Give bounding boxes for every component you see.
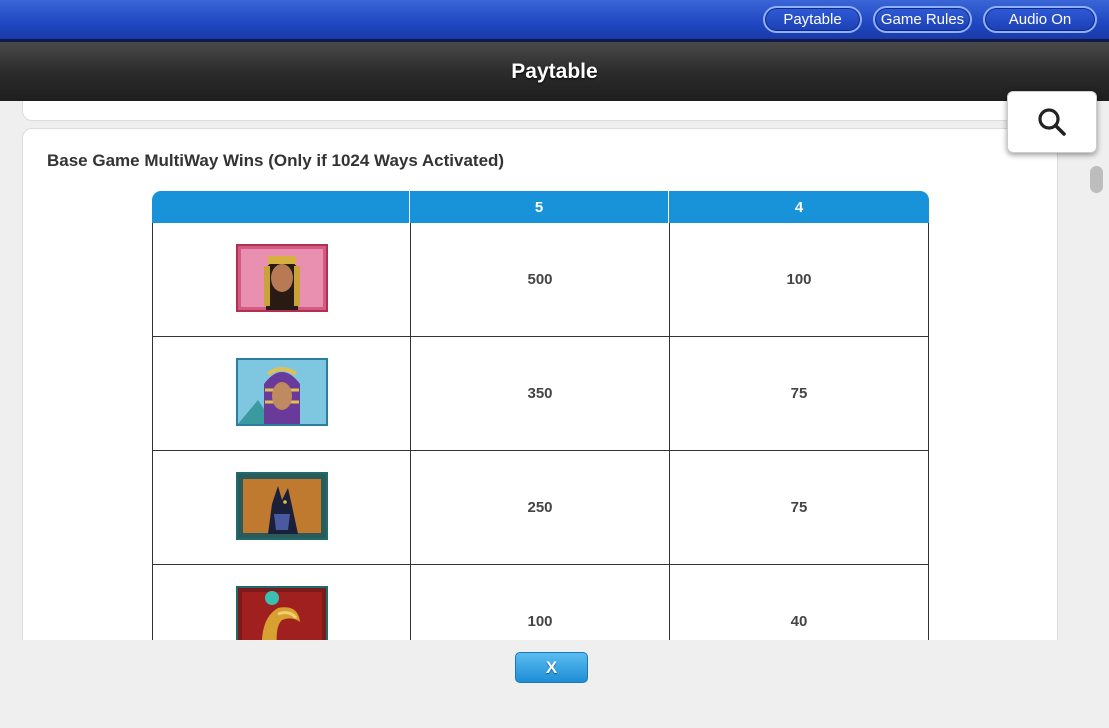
top-bar: Paytable Game Rules Audio On bbox=[0, 0, 1109, 42]
column-header-symbol bbox=[152, 191, 410, 223]
title-bar: Paytable bbox=[0, 42, 1109, 101]
cleopatra-symbol-icon bbox=[235, 243, 328, 312]
payout-5-cell: 350 bbox=[410, 337, 669, 451]
table-row: 250 75 bbox=[152, 451, 929, 565]
paytable-content[interactable]: Base Game MultiWay Wins (Only if 1024 Wa… bbox=[0, 101, 1109, 640]
table-row: 350 75 bbox=[152, 337, 929, 451]
multiway-wins-card: Base Game MultiWay Wins (Only if 1024 Wa… bbox=[22, 128, 1058, 640]
section-title: Base Game MultiWay Wins (Only if 1024 Wa… bbox=[47, 151, 505, 170]
table-row: 100 40 bbox=[152, 565, 929, 640]
symbol-cell bbox=[152, 565, 410, 640]
symbol-cell bbox=[152, 337, 410, 451]
payout-4-cell: 75 bbox=[669, 337, 929, 451]
page-title: Paytable bbox=[511, 59, 598, 83]
table-row: 500 100 bbox=[152, 223, 929, 337]
previous-section-card bbox=[22, 101, 1058, 121]
magnifier-icon bbox=[1038, 108, 1066, 136]
table-header-row: 5 4 bbox=[152, 191, 929, 223]
payout-5-cell: 500 bbox=[410, 223, 669, 337]
symbol-cell bbox=[152, 223, 410, 337]
pharaoh-symbol-icon bbox=[235, 357, 328, 426]
payout-5-cell: 250 bbox=[410, 451, 669, 565]
game-rules-button[interactable]: Game Rules bbox=[873, 6, 972, 33]
close-button[interactable]: X bbox=[515, 652, 588, 683]
paytable-table: 5 4 500 100 350 75 250 75 100 40 bbox=[152, 191, 929, 640]
payout-4-cell: 100 bbox=[669, 223, 929, 337]
column-header-4: 4 bbox=[669, 191, 929, 223]
column-header-5: 5 bbox=[410, 191, 669, 223]
search-button[interactable] bbox=[1007, 91, 1097, 153]
audio-toggle-button[interactable]: Audio On bbox=[983, 6, 1097, 33]
horus-symbol-icon bbox=[235, 585, 328, 640]
scrollbar-thumb[interactable] bbox=[1090, 166, 1103, 193]
payout-4-cell: 40 bbox=[669, 565, 929, 640]
symbol-cell bbox=[152, 451, 410, 565]
payout-4-cell: 75 bbox=[669, 451, 929, 565]
payout-5-cell: 100 bbox=[410, 565, 669, 640]
paytable-button[interactable]: Paytable bbox=[763, 6, 862, 33]
anubis-symbol-icon bbox=[235, 471, 328, 540]
